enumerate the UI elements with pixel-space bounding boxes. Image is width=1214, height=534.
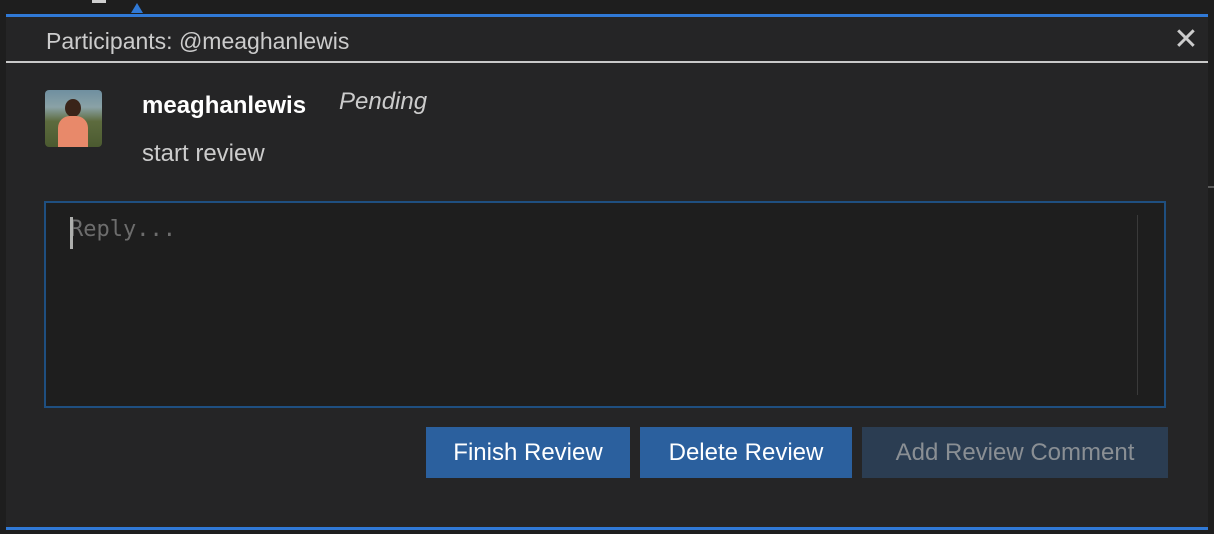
thread-header: Participants: @meaghanlewis ✕	[6, 17, 1208, 63]
comment-author[interactable]: meaghanlewis	[142, 91, 306, 121]
close-icon[interactable]: ✕	[1172, 25, 1200, 55]
text-caret	[70, 217, 73, 249]
avatar-body	[58, 116, 88, 147]
peek-arrow-icon	[131, 3, 143, 13]
thread-title: Participants: @meaghanlewis	[46, 28, 350, 54]
comment-thread-widget: Participants: @meaghanlewis ✕ meaghanlew…	[6, 14, 1208, 530]
avatar-head	[65, 99, 81, 117]
reply-scrollbar[interactable]	[1137, 215, 1164, 395]
status-badge: Pending	[339, 88, 428, 115]
editor-strip	[0, 0, 1214, 14]
reply-box	[44, 201, 1166, 408]
editor-ruler-mark	[1208, 186, 1214, 188]
comment-body: start review	[142, 140, 265, 167]
reply-input[interactable]	[46, 203, 1136, 406]
add-review-comment-button[interactable]: Add Review Comment	[862, 427, 1168, 478]
editor-cursor-mark	[92, 0, 106, 3]
avatar	[45, 90, 102, 147]
finish-review-button[interactable]: Finish Review	[426, 427, 630, 478]
delete-review-button[interactable]: Delete Review	[640, 427, 852, 478]
